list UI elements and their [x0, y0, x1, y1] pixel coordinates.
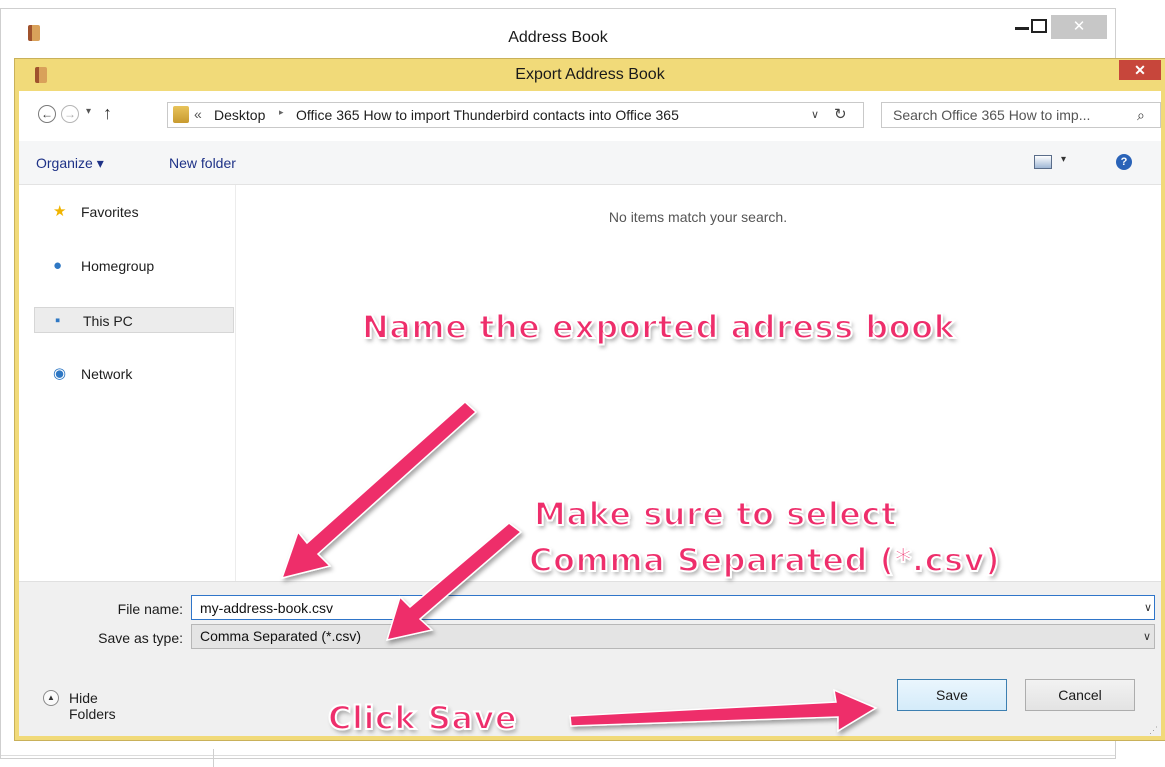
- back-button[interactable]: ←: [38, 105, 56, 123]
- file-name-field[interactable]: [191, 595, 1155, 620]
- breadcrumb-current-folder[interactable]: Office 365 How to import Thunderbird con…: [296, 107, 679, 123]
- dialog-title: Export Address Book: [515, 66, 665, 83]
- sidebar-item-network[interactable]: ◉ Network: [33, 361, 233, 387]
- maximize-button[interactable]: [1031, 19, 1047, 33]
- window-bottom-pane: [13, 749, 214, 767]
- folder-icon: [173, 106, 189, 123]
- address-bar-row: ← → ▾ ↑ « Desktop ▸ Office 365 How to im…: [19, 91, 1161, 141]
- sidebar-item-label: Network: [81, 366, 133, 382]
- organize-menu-button[interactable]: Organize ▾: [36, 155, 104, 172]
- sidebar-item-this-pc[interactable]: ▪ This PC: [34, 307, 234, 333]
- address-book-titlebar: Address Book: [1, 9, 1115, 59]
- up-folder-button[interactable]: ↑: [103, 103, 112, 124]
- chevron-down-icon[interactable]: ∨: [1143, 630, 1151, 643]
- export-dialog: Export Address Book ✕ ← → ▾ ↑ « Desktop …: [14, 58, 1165, 741]
- recent-locations-button[interactable]: ▾: [86, 106, 91, 117]
- breadcrumb-desktop[interactable]: Desktop: [214, 107, 265, 123]
- hide-folders-label: Hide Folders: [69, 690, 116, 722]
- homegroup-icon: ●: [53, 257, 63, 274]
- path-overflow-button[interactable]: «: [194, 106, 202, 122]
- network-icon: ◉: [53, 365, 67, 382]
- search-placeholder: Search Office 365 How to imp...: [893, 107, 1091, 123]
- breadcrumb-separator-icon[interactable]: ▸: [279, 107, 284, 118]
- save-type-value: Comma Separated (*.csv): [200, 628, 362, 644]
- view-options-dropdown-icon[interactable]: ▾: [1061, 154, 1066, 165]
- empty-folder-message: No items match your search.: [608, 209, 788, 225]
- search-icon[interactable]: ⌕: [1137, 107, 1145, 124]
- computer-icon: ▪: [55, 312, 61, 329]
- annotation-save-hint: Click Save: [327, 698, 518, 738]
- help-icon[interactable]: ?: [1116, 154, 1132, 170]
- minimize-button[interactable]: [1015, 27, 1029, 30]
- sidebar-item-label: Favorites: [81, 204, 139, 220]
- sidebar-item-homegroup[interactable]: ● Homegroup: [33, 253, 233, 279]
- new-folder-button[interactable]: New folder: [169, 155, 236, 171]
- annotation-name-hint: Name the exported adress book: [361, 307, 956, 347]
- dialog-client-area: ← → ▾ ↑ « Desktop ▸ Office 365 How to im…: [19, 91, 1161, 736]
- breadcrumb[interactable]: « Desktop ▸ Office 365 How to import Thu…: [167, 102, 864, 128]
- file-name-dropdown-icon[interactable]: ∨: [1144, 601, 1152, 614]
- window-close-button[interactable]: ✕: [1051, 15, 1107, 39]
- resize-grip-icon[interactable]: ⋰: [1149, 725, 1158, 736]
- path-dropdown-icon[interactable]: ∨: [811, 108, 819, 121]
- save-fields-panel: File name: ∨ Save as type: Comma Separat…: [19, 581, 1161, 736]
- refresh-button[interactable]: ↻: [834, 105, 847, 123]
- save-type-select[interactable]: Comma Separated (*.csv) ∨: [191, 624, 1155, 649]
- annotation-type-hint-line1: Make sure to select: [533, 494, 897, 534]
- sidebar-item-favorites[interactable]: ★ Favorites: [33, 199, 233, 225]
- collapse-icon: ▲: [43, 690, 59, 706]
- navigation-pane: ★ Favorites ● Homegroup ▪ This PC ◉ Netw…: [19, 185, 236, 581]
- file-name-label: File name:: [117, 601, 183, 617]
- search-input[interactable]: Search Office 365 How to imp... ⌕: [881, 102, 1161, 128]
- sidebar-item-label: This PC: [83, 313, 133, 329]
- save-type-label: Save as type:: [98, 630, 183, 646]
- star-icon: ★: [53, 203, 67, 220]
- change-view-icon[interactable]: [1034, 155, 1052, 169]
- forward-button[interactable]: →: [61, 105, 79, 123]
- dialog-close-button[interactable]: ✕: [1119, 60, 1161, 80]
- cancel-button[interactable]: Cancel: [1025, 679, 1135, 711]
- command-toolbar: Organize ▾ New folder ▾ ?: [19, 141, 1161, 185]
- sidebar-item-label: Homegroup: [81, 258, 155, 274]
- annotation-type-hint-line2: Comma Separated (*.csv): [528, 540, 1001, 580]
- address-book-title: Address Book: [508, 29, 608, 46]
- save-button[interactable]: Save: [897, 679, 1007, 711]
